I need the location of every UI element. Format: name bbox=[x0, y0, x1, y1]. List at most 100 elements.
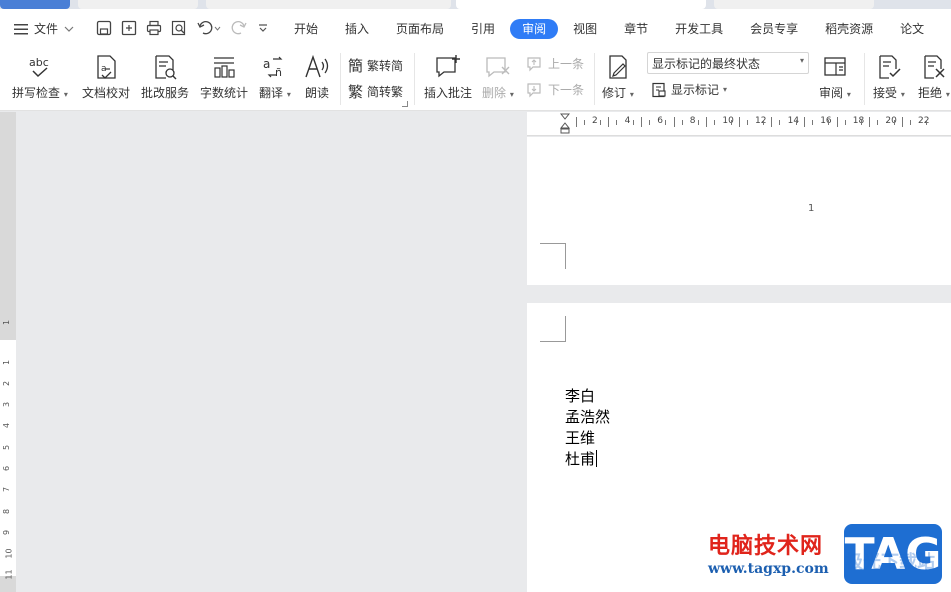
trad-to-simp-button[interactable]: 簡 繁转简 bbox=[348, 55, 403, 76]
trad-char-icon: 簡 bbox=[348, 57, 364, 75]
translate-icon: añ bbox=[263, 56, 283, 79]
accept-icon bbox=[879, 55, 901, 79]
ruler-label: 10 bbox=[722, 116, 734, 126]
vertical-ruler[interactable] bbox=[0, 112, 16, 592]
tab-member[interactable]: 会员专享 bbox=[738, 19, 810, 39]
ruler-tick bbox=[836, 117, 838, 127]
accept-label: 接受 bbox=[873, 86, 898, 100]
tab-view[interactable]: 视图 bbox=[561, 19, 609, 39]
save-icon bbox=[96, 20, 112, 36]
document-line[interactable]: 李白 bbox=[565, 385, 595, 406]
spell-check-icon: abc bbox=[29, 56, 49, 78]
redo-icon bbox=[231, 21, 247, 35]
tab-developer[interactable]: 开发工具 bbox=[663, 19, 735, 39]
translate-button[interactable]: añ 翻译 ▾ bbox=[259, 53, 291, 101]
translate-label: 翻译 bbox=[259, 86, 284, 100]
previous-label: 上一条 bbox=[548, 57, 585, 71]
export-pdf-button[interactable] bbox=[120, 19, 138, 37]
word-count-label: 字数统计 bbox=[200, 86, 249, 100]
simp-to-trad-label: 简转繁 bbox=[367, 85, 404, 99]
ruler-label: 9 bbox=[2, 529, 12, 536]
window-tab-5[interactable] bbox=[714, 0, 874, 9]
next-comment-button[interactable]: 下一条 bbox=[526, 81, 584, 98]
ruler-tick bbox=[714, 120, 716, 125]
simp-to-trad-button[interactable]: 繁 简转繁 bbox=[348, 81, 403, 102]
tab-review[interactable]: 审阅 bbox=[510, 19, 559, 39]
accept-button[interactable]: 接受 ▾ bbox=[873, 53, 905, 101]
file-menu[interactable]: 文件 bbox=[14, 20, 74, 37]
ruler-tick bbox=[771, 117, 773, 127]
ruler-tick bbox=[640, 117, 642, 127]
next-comment-icon bbox=[527, 82, 541, 97]
ruler-tick bbox=[730, 120, 732, 125]
markup-display-select[interactable]: 显示标记的最终状态 ▾ bbox=[647, 52, 809, 74]
review-pane-button[interactable]: 审阅 ▾ bbox=[819, 53, 851, 101]
group-launcher-icon[interactable] bbox=[402, 101, 408, 107]
tab-insert[interactable]: 插入 bbox=[333, 19, 381, 39]
revise-service-button[interactable]: 批改服务 bbox=[141, 53, 189, 101]
markup-display-value: 显示标记的最终状态 bbox=[652, 57, 761, 71]
ruler-label: 14 bbox=[787, 116, 800, 126]
ruler-tick bbox=[909, 120, 911, 125]
ruler-tick bbox=[697, 120, 699, 125]
review-label: 审阅 bbox=[819, 86, 844, 100]
ruler-label: 8 bbox=[689, 116, 696, 126]
tab-thesis[interactable]: 论文 bbox=[888, 19, 936, 39]
delete-comment-icon bbox=[486, 57, 510, 78]
dropdown-arrow-icon: ▾ bbox=[509, 90, 514, 99]
hamburger-icon bbox=[14, 23, 28, 34]
ruler-label: 2 bbox=[592, 116, 598, 126]
print-icon bbox=[146, 20, 162, 36]
print-button[interactable] bbox=[145, 19, 163, 37]
ruler-tick bbox=[608, 117, 610, 127]
document-line[interactable]: 孟浩然 bbox=[565, 406, 610, 427]
doc-proofread-button[interactable]: a 文档校对 bbox=[82, 53, 130, 101]
tab-home[interactable]: 开始 bbox=[282, 19, 330, 39]
window-tab-1[interactable] bbox=[0, 0, 70, 9]
print-preview-button[interactable] bbox=[170, 19, 188, 37]
review-ribbon: abc 拼写检查 ▾ a 文档校对 批改服务 字数统计 añ 翻译 ▾ 朗读 簡… bbox=[0, 47, 951, 111]
customize-toolbar-button[interactable] bbox=[256, 19, 270, 37]
track-changes-button[interactable]: 修订 ▾ bbox=[602, 53, 634, 101]
previous-comment-button[interactable]: 上一条 bbox=[526, 55, 584, 72]
tab-references[interactable]: 引用 bbox=[459, 19, 507, 39]
ruler-label: 1 bbox=[2, 319, 12, 326]
ruler-tick bbox=[901, 117, 903, 127]
show-markup-button[interactable]: 显示标记 ▾ bbox=[651, 81, 727, 98]
tab-docer-resources[interactable]: 稻壳资源 bbox=[813, 19, 885, 39]
tab-page-layout[interactable]: 页面布局 bbox=[384, 19, 456, 39]
window-tab-active[interactable] bbox=[456, 0, 706, 9]
insert-comment-button[interactable]: 插入批注 bbox=[424, 53, 472, 101]
indent-marker-icon[interactable] bbox=[560, 113, 570, 135]
ruler-label: 4 bbox=[2, 422, 12, 429]
ruler-label: 22 bbox=[918, 116, 930, 126]
ruler-tick bbox=[738, 117, 740, 127]
spell-check-label: 拼写检查 bbox=[12, 86, 61, 100]
chevron-down-icon bbox=[259, 24, 267, 32]
ruler-label: 1 bbox=[2, 359, 12, 366]
doc-proofread-label: 文档校对 bbox=[82, 86, 131, 100]
window-tab-2[interactable] bbox=[78, 0, 198, 9]
delete-comment-button[interactable]: 删除 ▾ bbox=[482, 53, 514, 101]
document-line[interactable]: 王维 bbox=[565, 427, 595, 448]
track-changes-label: 修订 bbox=[602, 86, 627, 100]
ruler-label: 18 bbox=[852, 116, 865, 126]
ruler-label: 12 bbox=[755, 116, 767, 126]
spell-check-button[interactable]: abc 拼写检查 ▾ bbox=[12, 53, 68, 101]
svg-text:ñ: ñ bbox=[275, 66, 282, 79]
word-count-button[interactable]: 字数统计 bbox=[200, 53, 248, 101]
ruler-label: 8 bbox=[2, 508, 12, 515]
read-aloud-button[interactable]: 朗读 bbox=[303, 53, 331, 101]
ruler-tick bbox=[893, 120, 895, 125]
tab-section[interactable]: 章节 bbox=[612, 19, 660, 39]
undo-button[interactable] bbox=[195, 19, 223, 37]
ruler-tick bbox=[673, 117, 675, 127]
redo-button[interactable] bbox=[230, 19, 248, 37]
file-menu-label: 文件 bbox=[34, 22, 59, 36]
menu-tabs: 开始 插入 页面布局 引用 审阅 视图 章节 开发工具 会员专享 稻壳资源 论文 bbox=[282, 19, 939, 39]
dropdown-arrow-icon: ▾ bbox=[945, 90, 950, 99]
reject-button[interactable]: 拒绝 ▾ bbox=[918, 53, 950, 101]
document-line-current[interactable]: 杜甫 bbox=[565, 448, 598, 469]
window-tab-3[interactable] bbox=[206, 0, 451, 9]
save-button[interactable] bbox=[95, 19, 113, 37]
